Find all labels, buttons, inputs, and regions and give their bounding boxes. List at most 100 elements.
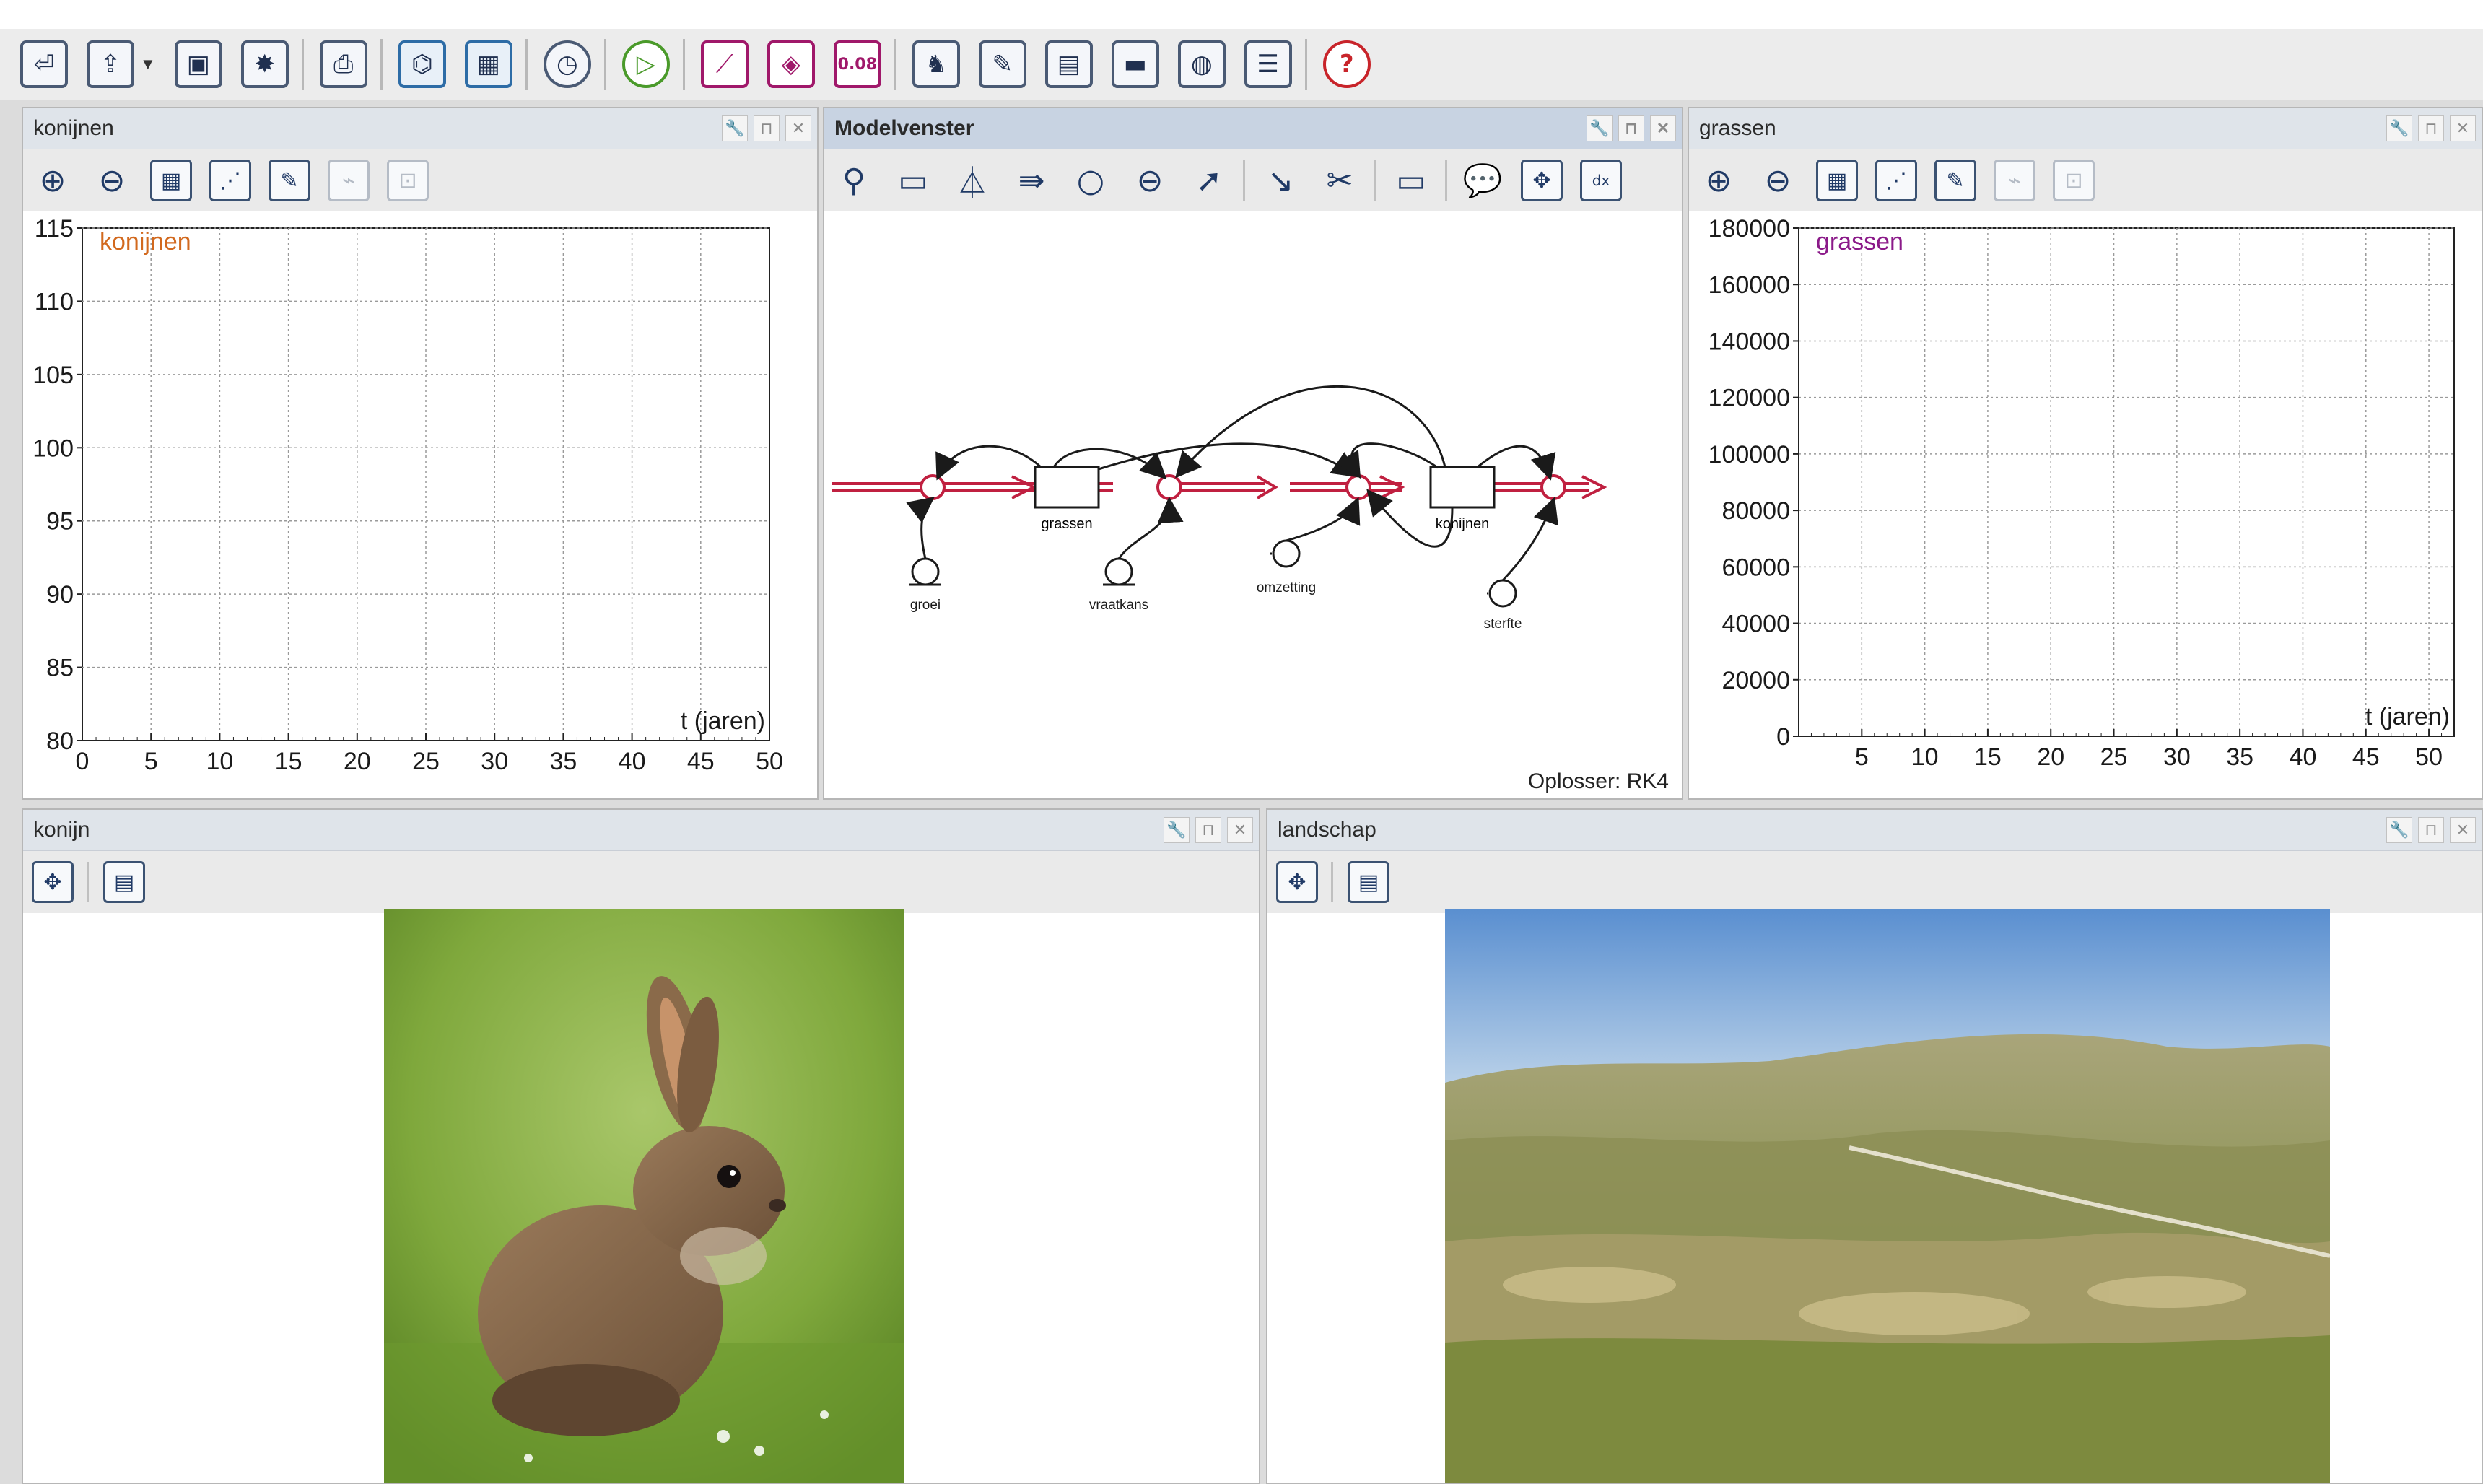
stock-konijnen[interactable] bbox=[1429, 466, 1496, 509]
flow-valve[interactable] bbox=[1540, 474, 1566, 500]
window-titlebar[interactable]: landschap 🔧 ⊓ ✕ bbox=[1267, 810, 2482, 851]
zoom-in-icon[interactable]: ⊕ bbox=[32, 160, 74, 201]
undock-icon[interactable]: ⊓ bbox=[1195, 817, 1221, 843]
stock-grassen[interactable] bbox=[1034, 466, 1100, 509]
toolbar-separator bbox=[301, 39, 304, 90]
scatter-icon[interactable]: ⋰ bbox=[209, 160, 251, 201]
value-icon[interactable]: 0.08 bbox=[833, 40, 881, 88]
connector[interactable] bbox=[1117, 497, 1184, 559]
measure-icon: ⌁ bbox=[1994, 160, 2035, 201]
window-titlebar[interactable]: konijn 🔧 ⊓ ✕ bbox=[23, 810, 1259, 851]
close-icon[interactable]: ✕ bbox=[1650, 115, 1676, 141]
flow-valve[interactable] bbox=[1345, 474, 1371, 500]
table-icon[interactable]: ▦ bbox=[464, 40, 512, 88]
model-icon[interactable]: ⌬ bbox=[398, 40, 446, 88]
zoom-out-icon[interactable]: ⊖ bbox=[91, 160, 133, 201]
flow-tool-icon[interactable]: ⇛ bbox=[1011, 160, 1052, 201]
save-icon[interactable]: ▣ bbox=[174, 40, 222, 88]
diagram-icon[interactable]: ◈ bbox=[767, 40, 815, 88]
undock-icon[interactable]: ⊓ bbox=[2418, 115, 2444, 141]
parameter-vraatkans[interactable] bbox=[1104, 557, 1133, 586]
window-titlebar[interactable]: Modelvenster 🔧 ⊓ ✕ bbox=[824, 108, 1682, 149]
model-diagram[interactable]: grassen konijnen groei vraatkans omzetti… bbox=[824, 211, 1682, 798]
timer-icon[interactable]: ◷ bbox=[543, 40, 591, 88]
run-icon[interactable]: ▷ bbox=[621, 40, 670, 88]
stock-tool-icon[interactable]: ▭ bbox=[892, 160, 934, 201]
pointer-icon[interactable]: ➚ bbox=[1188, 160, 1230, 201]
konijnen-chart[interactable]: 80 85 90 95 100 105 110 115 0 5 10 15 20 25 30 35 40 45 50… bbox=[23, 211, 817, 798]
help-icon[interactable]: ? bbox=[1322, 40, 1371, 88]
grid-icon[interactable]: ▦ bbox=[150, 160, 192, 201]
fit-icon[interactable]: ✥ bbox=[32, 861, 74, 903]
x-tick-label: 25 bbox=[412, 748, 440, 775]
print-icon[interactable]: ⎙ bbox=[319, 40, 367, 88]
search-icon[interactable]: ⚲ bbox=[833, 160, 875, 201]
parameter-label-groei: groei bbox=[910, 598, 941, 613]
parameter-sterfte[interactable] bbox=[1488, 579, 1517, 608]
parameter-tool-icon[interactable]: ⊖ bbox=[1129, 160, 1171, 201]
auxiliary-tool-icon[interactable]: ○ bbox=[1070, 160, 1112, 201]
derivative-icon[interactable]: dx bbox=[1580, 160, 1622, 201]
open-icon[interactable]: ⇪ bbox=[87, 40, 134, 88]
legend-label: konijnen bbox=[100, 228, 191, 256]
wrench-icon[interactable]: 🔧 bbox=[1587, 115, 1613, 141]
wrench-icon[interactable]: 🔧 bbox=[2386, 115, 2412, 141]
connector[interactable] bbox=[906, 497, 935, 559]
wrench-icon[interactable]: 🔧 bbox=[1164, 817, 1190, 843]
undock-icon[interactable]: ⊓ bbox=[2418, 817, 2444, 843]
graph-toolbar: ⊕ ⊖ ▦ ⋰ ✎ ⌁ ⊡ bbox=[1689, 149, 2482, 211]
grassen-chart[interactable]: 0 20000 40000 60000 80000 100000 120000 140000 1… bbox=[1689, 211, 2482, 798]
window-titlebar[interactable]: konijnen 🔧 ⊓ ✕ bbox=[23, 108, 817, 149]
fit-icon[interactable]: ✥ bbox=[1521, 160, 1563, 201]
connector[interactable] bbox=[1501, 497, 1558, 582]
flow-valve[interactable] bbox=[1156, 474, 1182, 500]
y-tick-label: 0 bbox=[1776, 723, 1790, 751]
toolbar-separator bbox=[1445, 160, 1447, 201]
close-icon[interactable]: ✕ bbox=[1227, 817, 1253, 843]
undock-icon[interactable]: ⊓ bbox=[754, 115, 780, 141]
wrench-icon[interactable]: 🔧 bbox=[2386, 817, 2412, 843]
connector[interactable] bbox=[1175, 385, 1446, 479]
comment-icon[interactable]: 💬 bbox=[1462, 160, 1504, 201]
zoom-out-icon[interactable]: ⊖ bbox=[1757, 160, 1799, 201]
close-icon[interactable]: ✕ bbox=[785, 115, 811, 141]
new-icon[interactable]: ✸ bbox=[240, 40, 289, 88]
web-icon[interactable]: ◍ bbox=[1177, 40, 1226, 88]
connector[interactable] bbox=[1286, 497, 1361, 542]
scatter-icon[interactable]: ⋰ bbox=[1875, 160, 1917, 201]
flow-valve[interactable] bbox=[920, 474, 946, 500]
close-icon[interactable]: ✕ bbox=[2450, 817, 2476, 843]
image-settings-icon[interactable]: ▤ bbox=[1348, 861, 1389, 903]
model-toolbar: ⚲ ▭ ⏃ ⇛ ○ ⊖ ➚ ↘ ✂ ▭ 💬 ✥ dx bbox=[824, 149, 1682, 211]
legend-label: grassen bbox=[1816, 228, 1903, 256]
parameter-groei[interactable] bbox=[911, 557, 940, 586]
table-view-icon[interactable]: ▭ bbox=[1390, 160, 1432, 201]
fit-icon[interactable]: ✥ bbox=[1276, 861, 1318, 903]
solver-status: Oplosser: RK4 bbox=[1527, 769, 1669, 793]
exit-icon[interactable]: ⏎ bbox=[20, 40, 68, 88]
wrench-icon[interactable]: 🔧 bbox=[722, 115, 748, 141]
animation-icon[interactable]: ♞ bbox=[912, 40, 960, 88]
parameter-omzetting[interactable] bbox=[1272, 539, 1301, 568]
edit-icon[interactable]: ✎ bbox=[1934, 160, 1976, 201]
model-canvas[interactable]: grassen konijnen groei vraatkans omzetti… bbox=[824, 211, 1682, 798]
text-icon[interactable]: ☰ bbox=[1244, 40, 1292, 88]
zoom-in-icon[interactable]: ⊕ bbox=[1698, 160, 1740, 201]
graph-icon[interactable]: ⟋ bbox=[700, 40, 749, 88]
connector-icon[interactable]: ↘ bbox=[1260, 160, 1301, 201]
y-tick-label: 110 bbox=[35, 288, 74, 315]
close-icon[interactable]: ✕ bbox=[2450, 115, 2476, 141]
video-icon[interactable]: ▬ bbox=[1111, 40, 1159, 88]
image-settings-icon[interactable]: ▤ bbox=[103, 861, 145, 903]
grid-icon[interactable]: ▦ bbox=[1816, 160, 1858, 201]
edit-icon[interactable]: ✎ bbox=[269, 160, 310, 201]
image-icon[interactable]: ▤ bbox=[1044, 40, 1093, 88]
flask-icon[interactable]: ⏃ bbox=[951, 160, 993, 202]
open-dropdown-icon[interactable]: ▼ bbox=[140, 55, 156, 74]
window-titlebar[interactable]: grassen 🔧 ⊓ ✕ bbox=[1689, 108, 2482, 149]
notes-icon[interactable]: ✎ bbox=[978, 40, 1026, 88]
connector[interactable] bbox=[935, 445, 1042, 481]
x-tick-label: 45 bbox=[687, 748, 715, 775]
undock-icon[interactable]: ⊓ bbox=[1618, 115, 1644, 141]
connector[interactable] bbox=[1336, 442, 1439, 479]
